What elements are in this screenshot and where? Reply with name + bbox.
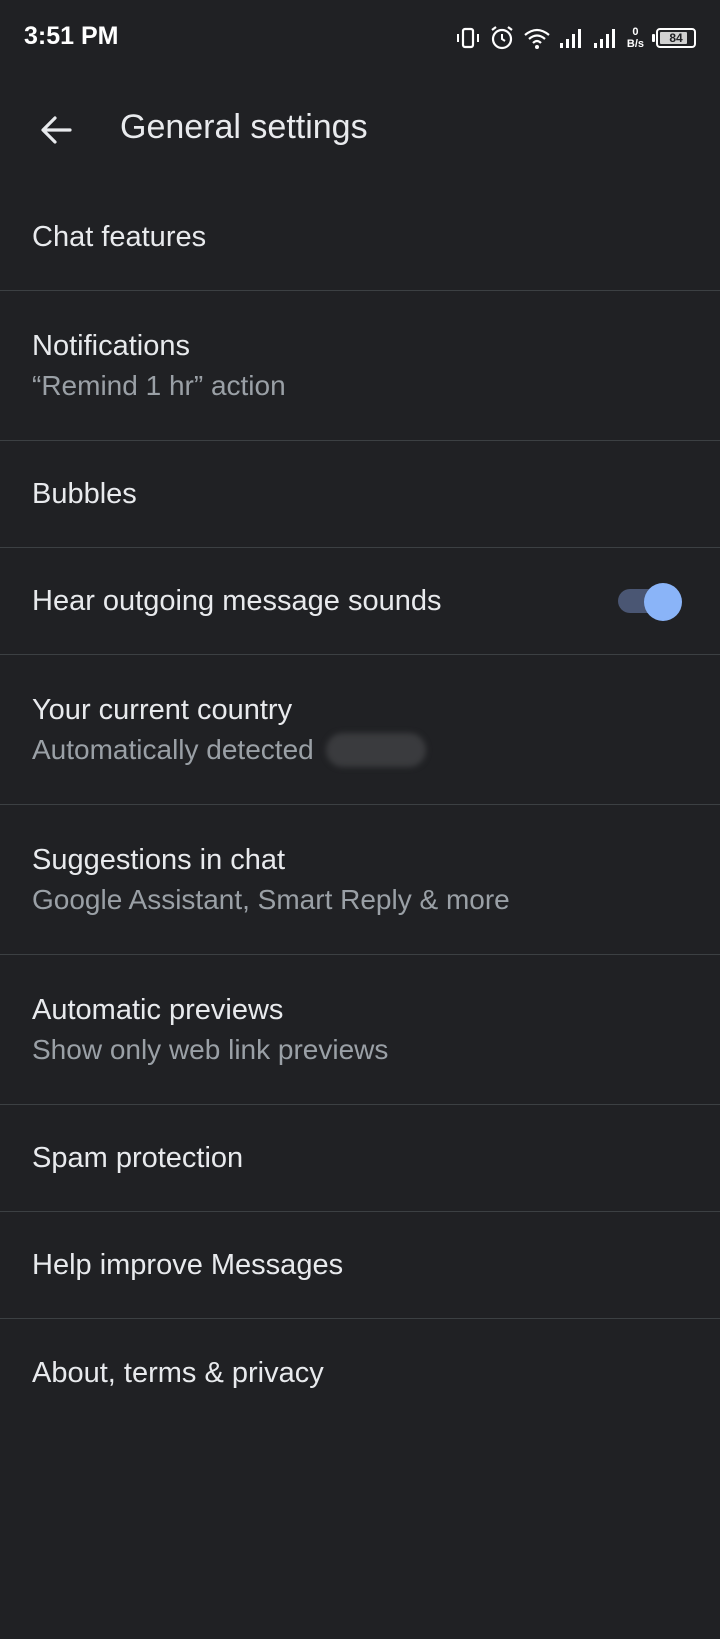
setting-title: Spam protection: [32, 1142, 244, 1174]
setting-title: Help improve Messages: [32, 1249, 344, 1281]
battery-icon: 84: [652, 28, 696, 48]
setting-suggestions-in-chat[interactable]: Suggestions in chat Google Assistant, Sm…: [0, 805, 720, 955]
setting-title: Notifications: [32, 329, 190, 362]
setting-title: Bubbles: [32, 478, 137, 510]
outgoing-sounds-toggle[interactable]: [618, 583, 682, 621]
setting-title: Hear outgoing message sounds: [32, 585, 442, 617]
vibrate-icon: [455, 26, 481, 50]
setting-subtitle: Automatically detected: [32, 733, 314, 765]
back-button[interactable]: [30, 106, 82, 158]
status-icons: 0 B/s 84: [455, 20, 696, 56]
app-bar: General settings: [0, 90, 720, 170]
settings-list: Chat features Notifications “Remind 1 hr…: [0, 184, 720, 1426]
setting-title: Your current country: [32, 693, 293, 726]
network-speed-unit: B/s: [626, 38, 644, 50]
setting-title: Chat features: [32, 221, 207, 253]
signal-icon: [559, 27, 585, 49]
setting-about-terms-privacy[interactable]: About, terms & privacy: [0, 1319, 720, 1426]
setting-notifications[interactable]: Notifications “Remind 1 hr” action: [0, 291, 720, 441]
setting-title: Automatic previews: [32, 993, 284, 1026]
network-speed: 0 B/s: [627, 26, 644, 50]
setting-current-country[interactable]: Your current country Automatically detec…: [0, 655, 720, 805]
setting-title: Suggestions in chat: [32, 843, 286, 876]
network-speed-value: 0: [632, 26, 639, 38]
battery-percent: 84: [669, 31, 683, 45]
signal-icon: [593, 27, 619, 49]
setting-subtitle: Show only web link previews: [32, 1033, 389, 1065]
setting-automatic-previews[interactable]: Automatic previews Show only web link pr…: [0, 955, 720, 1105]
setting-title: About, terms & privacy: [32, 1356, 324, 1389]
status-time: 3:51 PM: [24, 22, 119, 50]
redacted-country-blur: [325, 732, 426, 767]
setting-chat-features[interactable]: Chat features: [0, 184, 720, 291]
setting-outgoing-sounds[interactable]: Hear outgoing message sounds: [0, 548, 720, 655]
setting-bubbles[interactable]: Bubbles: [0, 441, 720, 548]
status-bar: 3:51 PM 0 B/s 84: [0, 0, 720, 76]
page-title: General settings: [120, 108, 368, 146]
wifi-icon: [523, 26, 551, 50]
setting-help-improve-messages[interactable]: Help improve Messages: [0, 1212, 720, 1319]
setting-spam-protection[interactable]: Spam protection: [0, 1105, 720, 1212]
setting-subtitle-row: Automatically detected: [32, 730, 688, 770]
toggle-thumb: [644, 583, 682, 621]
setting-subtitle: Google Assistant, Smart Reply & more: [32, 883, 510, 915]
arrow-back-icon: [38, 112, 74, 153]
alarm-icon: [489, 25, 515, 51]
setting-subtitle: “Remind 1 hr” action: [32, 369, 286, 401]
